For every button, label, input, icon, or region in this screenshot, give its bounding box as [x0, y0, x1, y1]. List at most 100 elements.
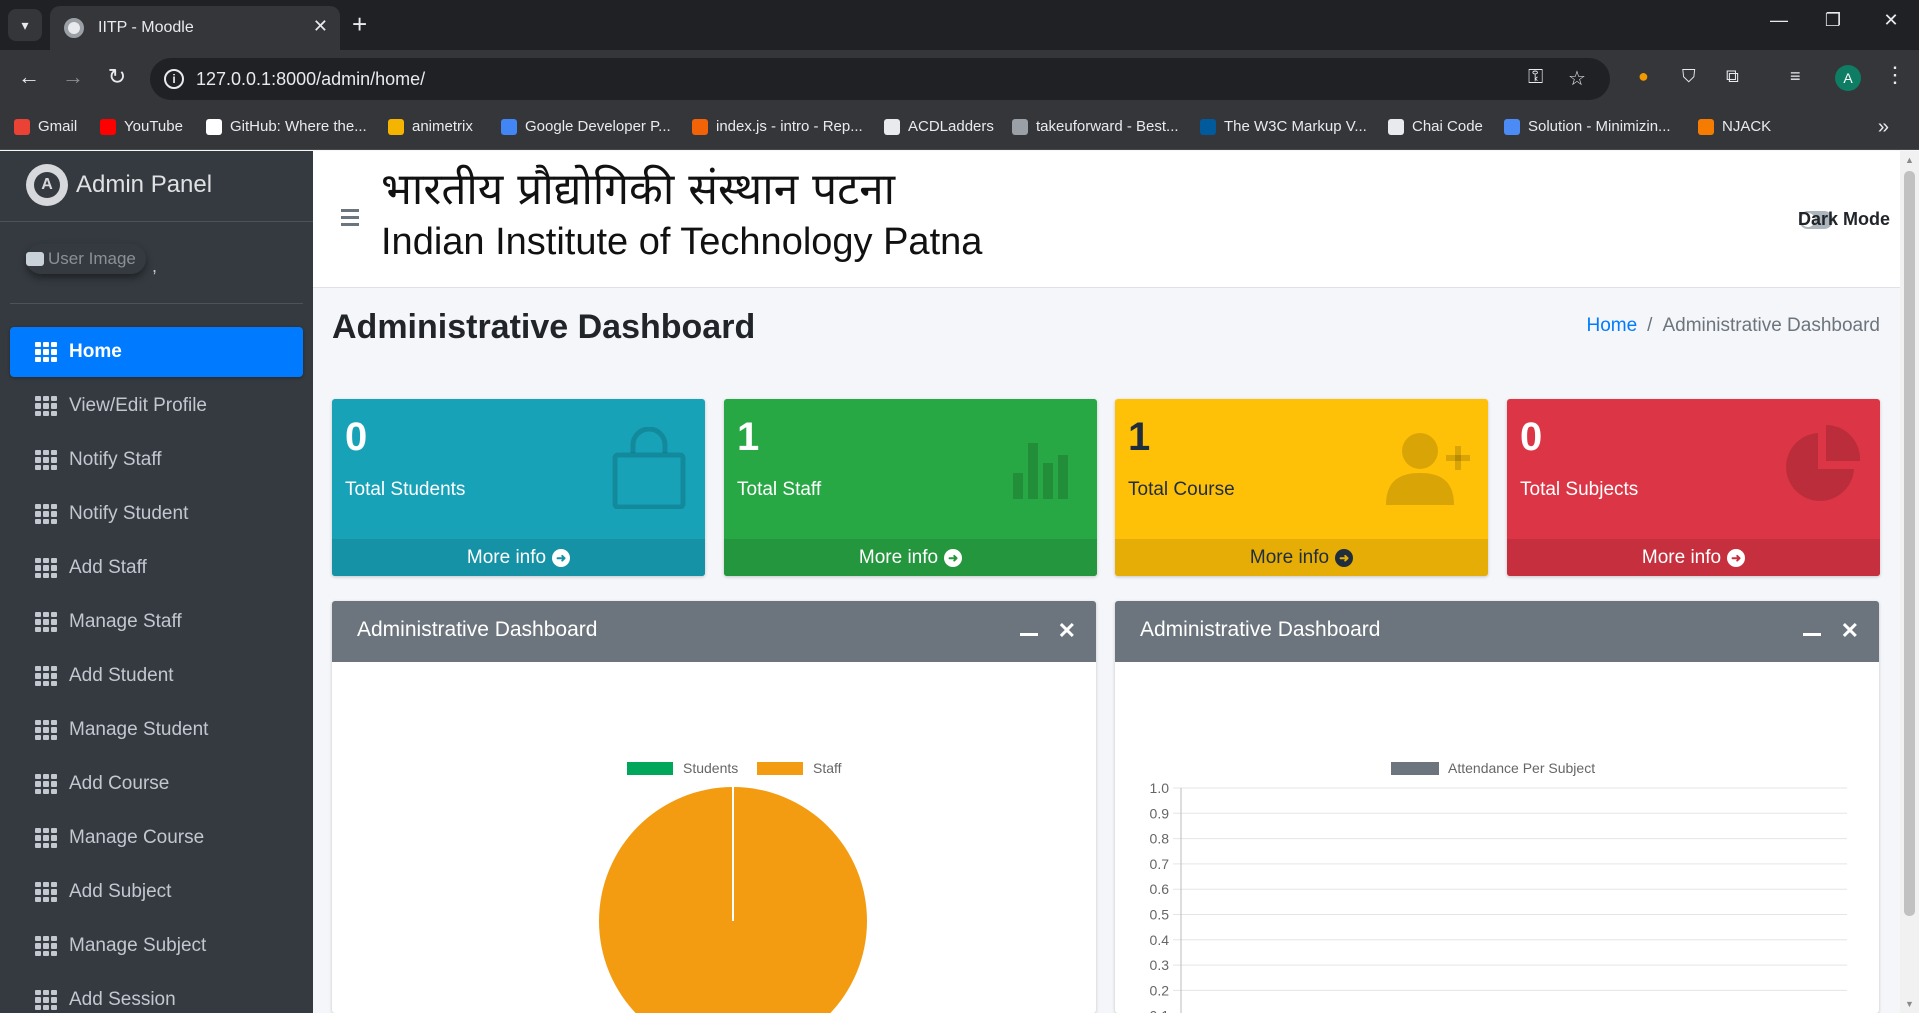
sidebar-item-notify-student[interactable]: Notify Student [10, 489, 303, 539]
bookmark-star-icon[interactable]: ☆ [1568, 66, 1586, 91]
institute-name-english: Indian Institute of Technology Patna [381, 221, 983, 263]
sidebar-item-home[interactable]: Home [10, 327, 303, 377]
sidebar-item-view-edit-profile[interactable]: View/Edit Profile [10, 381, 303, 431]
tab-title: IITP - Moodle [98, 19, 194, 36]
tab-close-icon[interactable]: ✕ [313, 16, 328, 37]
more-info-link[interactable]: More info ➜ [332, 539, 705, 576]
more-info-link[interactable]: More info ➜ [724, 539, 1097, 576]
password-key-icon[interactable]: ⚿ [1528, 66, 1543, 89]
pie-chart-icon [1786, 425, 1861, 501]
arrow-circle-right-icon: ➜ [1727, 548, 1746, 567]
stat-box-total-staff: 1 Total Staff More info ➜ [724, 399, 1097, 576]
minimize-icon[interactable]: — [1764, 10, 1794, 31]
bookmark-gmail[interactable]: Gmail [14, 118, 77, 135]
sidebar-item-add-student[interactable]: Add Student [10, 651, 303, 701]
window-close-icon[interactable]: ✕ [1876, 10, 1906, 31]
profile-avatar[interactable]: A [1835, 65, 1861, 91]
user-panel: User Image , [10, 222, 303, 304]
url-text[interactable]: 127.0.0.1:8000/admin/home/ [196, 69, 425, 90]
solution-icon [1504, 118, 1520, 135]
close-icon[interactable]: ✕ [1058, 618, 1076, 644]
browser-toolbar: ← → ↻ i 127.0.0.1:8000/admin/home/ ⚿ ☆ ●… [0, 50, 1919, 108]
more-info-label: More info [466, 546, 547, 568]
user-image-alt-text: User Image [48, 249, 136, 268]
animetrix-icon [388, 118, 404, 135]
tab-search-button[interactable]: ▾ [8, 9, 42, 41]
bookmark-label: index.js - intro - Rep... [716, 118, 863, 135]
bookmark-takeuforward[interactable]: takeuforward - Best... [1012, 118, 1179, 135]
collapse-icon[interactable] [1803, 633, 1821, 636]
back-icon[interactable]: ← [14, 64, 44, 90]
bookmark-github[interactable]: GitHub: Where the... [206, 118, 367, 135]
new-tab-button[interactable]: + [352, 10, 367, 38]
collapse-icon[interactable] [1020, 633, 1038, 636]
bookmark-w3c[interactable]: The W3C Markup V... [1200, 118, 1367, 135]
broken-image-icon [26, 252, 44, 266]
breadcrumb-home-link[interactable]: Home [1586, 315, 1637, 336]
more-info-link[interactable]: More info ➜ [1507, 539, 1880, 576]
sidebar-item-label: Manage Student [69, 719, 209, 740]
sidebar-item-label: Add Subject [69, 881, 172, 902]
sidebar-item-add-subject[interactable]: Add Subject [10, 867, 303, 917]
extension-icon[interactable]: ● [1638, 66, 1649, 87]
media-controls-icon[interactable]: ≡ [1790, 66, 1801, 87]
sidebar-item-add-course[interactable]: Add Course [10, 759, 303, 809]
brand-link[interactable]: A Admin Panel [0, 151, 313, 222]
user-plus-icon [1386, 433, 1470, 505]
forward-icon[interactable]: → [58, 64, 88, 90]
stat-count: 0 [1520, 415, 1543, 459]
sidebar-item-add-staff[interactable]: Add Staff [10, 543, 303, 593]
bookmark-label: Chai Code [1412, 118, 1483, 135]
bar-chart-icon [1013, 443, 1068, 499]
main-header: भारतीय प्रौद्योगिकी संस्थान पटना Indian … [313, 151, 1900, 288]
bookmark-google-developer[interactable]: Google Developer P... [501, 118, 671, 135]
google-icon [501, 118, 517, 135]
grid-icon [35, 558, 57, 578]
more-info-link[interactable]: More info ➜ [1115, 539, 1488, 576]
scroll-down-icon[interactable]: ▼ [1905, 999, 1914, 1009]
shopping-bag-icon [612, 427, 686, 509]
y-tick-label: 0.6 [1150, 881, 1170, 897]
address-bar[interactable]: i 127.0.0.1:8000/admin/home/ ⚿ ☆ [150, 58, 1610, 100]
grid-icon [35, 774, 57, 794]
sidebar-item-add-session[interactable]: Add Session [10, 975, 303, 1013]
stat-box-total-subjects: 0 Total Subjects More info ➜ [1507, 399, 1880, 576]
bookmark-njack[interactable]: NJACK [1698, 118, 1771, 135]
shield-extension-icon[interactable]: ⛉ [1682, 66, 1696, 87]
scroll-thumb[interactable] [1904, 171, 1915, 916]
card-title: Administrative Dashboard [357, 618, 598, 641]
sidebar-item-manage-course[interactable]: Manage Course [10, 813, 303, 863]
reload-icon[interactable]: ↻ [102, 64, 132, 90]
site-info-icon[interactable]: i [164, 69, 184, 89]
arrow-circle-right-icon: ➜ [944, 548, 963, 567]
user-image[interactable]: User Image [26, 244, 146, 274]
bookmark-chai-code[interactable]: Chai Code [1388, 118, 1483, 135]
bookmarks-bar: Gmail YouTube GitHub: Where the... anime… [0, 108, 1919, 150]
bookmark-label: ACDLadders [908, 118, 994, 135]
y-tick-label: 0.3 [1150, 957, 1170, 973]
extensions-puzzle-icon[interactable]: ⧉ [1726, 66, 1739, 87]
bookmark-youtube[interactable]: YouTube [100, 118, 183, 135]
bookmark-solution[interactable]: Solution - Minimizin... [1504, 118, 1671, 135]
bookmark-acdladders[interactable]: ACDLadders [884, 118, 994, 135]
sidebar-item-manage-student[interactable]: Manage Student [10, 705, 303, 755]
pie-chart-card: Administrative Dashboard ✕ Students Staff [332, 601, 1096, 1013]
y-tick-label: 0.8 [1150, 831, 1170, 847]
user-name[interactable]: , [152, 256, 157, 277]
y-tick-label: 0.5 [1150, 907, 1170, 923]
page-scrollbar[interactable]: ▲ ▼ [1900, 151, 1919, 1013]
sidebar-item-label: Add Staff [69, 557, 147, 578]
hamburger-menu-icon[interactable] [341, 209, 359, 230]
sidebar-item-manage-staff[interactable]: Manage Staff [10, 597, 303, 647]
bookmark-replit[interactable]: index.js - intro - Rep... [692, 118, 863, 135]
browser-tab[interactable]: IITP - Moodle ✕ [50, 6, 340, 50]
sidebar-item-notify-staff[interactable]: Notify Staff [10, 435, 303, 485]
sidebar-item-label: View/Edit Profile [69, 395, 207, 416]
restore-icon[interactable]: ❐ [1818, 10, 1848, 31]
sidebar-item-manage-subject[interactable]: Manage Subject [10, 921, 303, 971]
bookmarks-overflow-icon[interactable]: » [1878, 116, 1889, 139]
bookmark-animetrix[interactable]: animetrix [388, 118, 473, 135]
close-icon[interactable]: ✕ [1841, 618, 1859, 644]
scroll-up-icon[interactable]: ▲ [1905, 155, 1914, 165]
chrome-menu-icon[interactable]: ⋮ [1884, 62, 1906, 88]
